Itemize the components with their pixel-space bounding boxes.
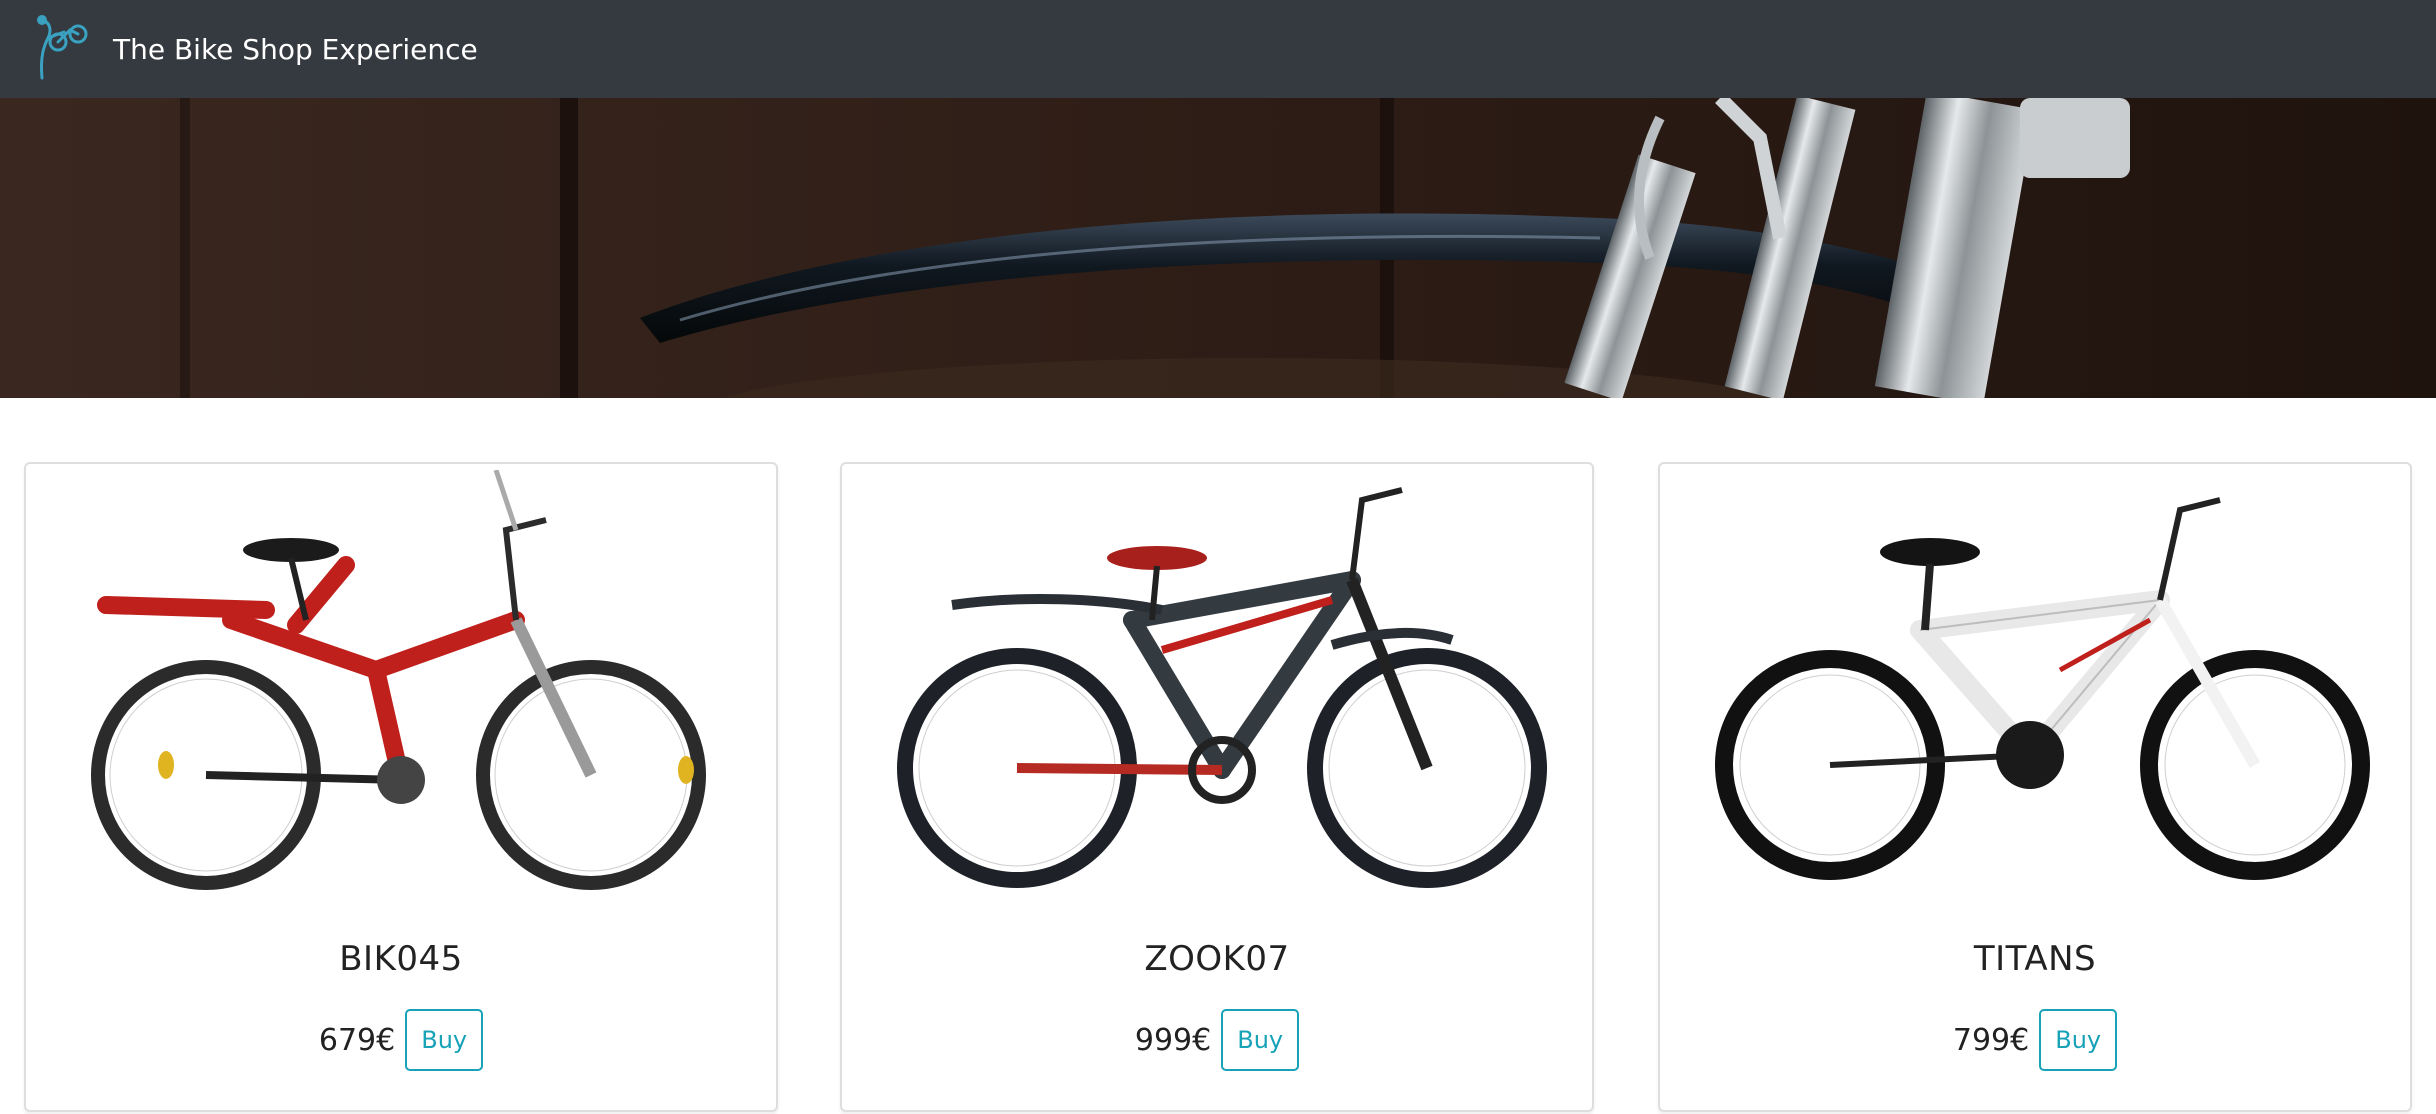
product-price: 999€ [1134,1022,1212,1058]
product-card: BIK045 679€ Buy [24,462,778,1112]
price-row: 799€ Buy [1660,1009,2410,1071]
buy-button[interactable]: Buy [1221,1009,1300,1071]
buy-button[interactable]: Buy [2039,1009,2118,1071]
bike-fender-photo [0,98,2436,398]
cyclist-logo-icon[interactable] [30,12,96,84]
product-image[interactable] [862,470,1572,910]
product-card: ZOOK07 999€ Buy [840,462,1594,1112]
product-name: BIK045 [339,939,463,979]
product-name: ZOOK07 [1144,939,1290,979]
navbar: The Bike Shop Experience [0,0,2436,98]
product-price: 679€ [318,1022,396,1058]
price-row: 679€ Buy [26,1009,776,1071]
hero-banner [0,98,2436,398]
buy-button[interactable]: Buy [405,1009,484,1071]
bicycle-image [1715,497,2370,880]
price-row: 999€ Buy [842,1009,1592,1071]
product-card: TITANS 799€ Buy [1658,462,2412,1112]
product-image[interactable] [46,469,756,910]
brand-title[interactable]: The Bike Shop Experience [113,30,478,70]
product-image[interactable] [1680,470,2390,910]
product-price: 799€ [1952,1022,2030,1058]
bicycle-image [897,487,1547,888]
product-name: TITANS [1973,939,2097,979]
bicycle-image [91,469,706,890]
